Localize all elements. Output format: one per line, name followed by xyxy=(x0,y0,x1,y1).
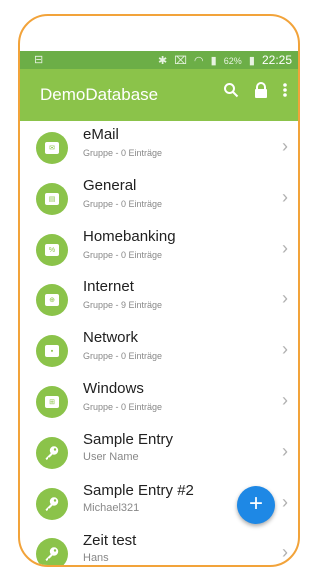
entry-subtitle: Gruppe - 0 Einträge xyxy=(83,249,163,260)
add-entry-button[interactable]: + xyxy=(237,486,275,524)
entry-name: Windows xyxy=(83,379,144,397)
entry-subtitle: Gruppe - 0 Einträge xyxy=(83,148,163,158)
list-item-network[interactable]: ▪ Network Gruppe - 0 Einträge › xyxy=(20,325,298,376)
clock: 22:25 xyxy=(261,53,292,67)
key-icon xyxy=(36,487,68,520)
key-icon xyxy=(36,436,68,469)
entry-name: Internet xyxy=(83,278,134,296)
search-icon[interactable] xyxy=(218,81,244,107)
key-icon xyxy=(36,538,68,565)
list-item-zeit-test[interactable]: Zeit test Hans › xyxy=(20,528,298,565)
entry-subtitle: Gruppe - 0 Einträge xyxy=(83,351,163,362)
entry-name: General xyxy=(83,176,137,194)
battery-icon: ▮ xyxy=(248,55,255,67)
network-folder-icon: ▪ xyxy=(36,335,68,368)
status-icons: ✱ ⌧ ◠ ▮ 62% ▮ 22:25 xyxy=(154,53,292,67)
list-item-homebanking[interactable]: % Homebanking Gruppe - 0 Einträge › xyxy=(20,224,298,275)
list-item-sample-entry[interactable]: Sample Entry User Name › xyxy=(20,427,298,478)
chevron-right-icon: › xyxy=(282,186,288,207)
database-title: DemoDatabase xyxy=(40,85,159,104)
entry-subtitle: Gruppe - 0 Einträge xyxy=(83,198,163,209)
list-item-general[interactable]: ▤ General Gruppe - 0 Einträge › xyxy=(20,173,298,224)
phone-frame: ⊟ ✱ ⌧ ◠ ▮ 62% ▮ 22:25 DemoDatabase ✉ eMa… xyxy=(18,14,300,567)
bluetooth-icon: ✱ xyxy=(157,55,168,67)
entry-subtitle: User Name xyxy=(83,450,139,463)
entry-subtitle: Hans xyxy=(83,552,109,565)
globe-folder-icon: ⊕ xyxy=(36,284,68,317)
entry-subtitle: Michael321 xyxy=(83,501,140,514)
mute-icon: ⌧ xyxy=(174,55,187,67)
chevron-right-icon: › xyxy=(282,339,288,360)
document-folder-icon: ▤ xyxy=(36,182,68,215)
entry-name: Sample Entry #2 xyxy=(83,481,194,499)
entry-name: eMail xyxy=(83,126,119,143)
signal-icon: ▮ xyxy=(210,55,217,67)
percent-folder-icon: % xyxy=(36,233,68,266)
entry-name: Zeit test xyxy=(83,532,137,550)
wifi-icon: ◠ xyxy=(193,55,204,67)
chevron-right-icon: › xyxy=(282,389,288,410)
battery-percent: 62% xyxy=(223,56,242,66)
list-item-windows[interactable]: ⊞ Windows Gruppe - 0 Einträge › xyxy=(20,376,298,427)
list-item-email[interactable]: ✉ eMail Gruppe - 0 Einträge › xyxy=(20,122,298,173)
mail-folder-icon: ✉ xyxy=(36,132,68,164)
lock-status-icon: ⊟ xyxy=(34,54,44,66)
entry-subtitle: Gruppe - 9 Einträge xyxy=(83,300,163,311)
chevron-right-icon: › xyxy=(282,288,288,309)
entry-subtitle: Gruppe - 0 Einträge xyxy=(83,401,163,412)
entry-name: Sample Entry xyxy=(83,430,174,448)
chevron-right-icon: › xyxy=(282,136,288,156)
entry-name: Homebanking xyxy=(83,227,176,245)
chevron-right-icon: › xyxy=(282,542,288,563)
more-vert-icon[interactable] xyxy=(272,81,298,107)
chevron-right-icon: › xyxy=(282,440,288,461)
entry-name: Network xyxy=(83,329,139,347)
lock-icon[interactable] xyxy=(248,81,274,107)
list-item-internet[interactable]: ⊕ Internet Gruppe - 9 Einträge › xyxy=(20,274,298,325)
app-bar: DemoDatabase xyxy=(20,69,298,121)
windows-folder-icon: ⊞ xyxy=(36,385,68,418)
chevron-right-icon: › xyxy=(282,237,288,258)
chevron-right-icon: › xyxy=(282,491,288,512)
status-bar: ⊟ ✱ ⌧ ◠ ▮ 62% ▮ 22:25 xyxy=(20,51,298,69)
